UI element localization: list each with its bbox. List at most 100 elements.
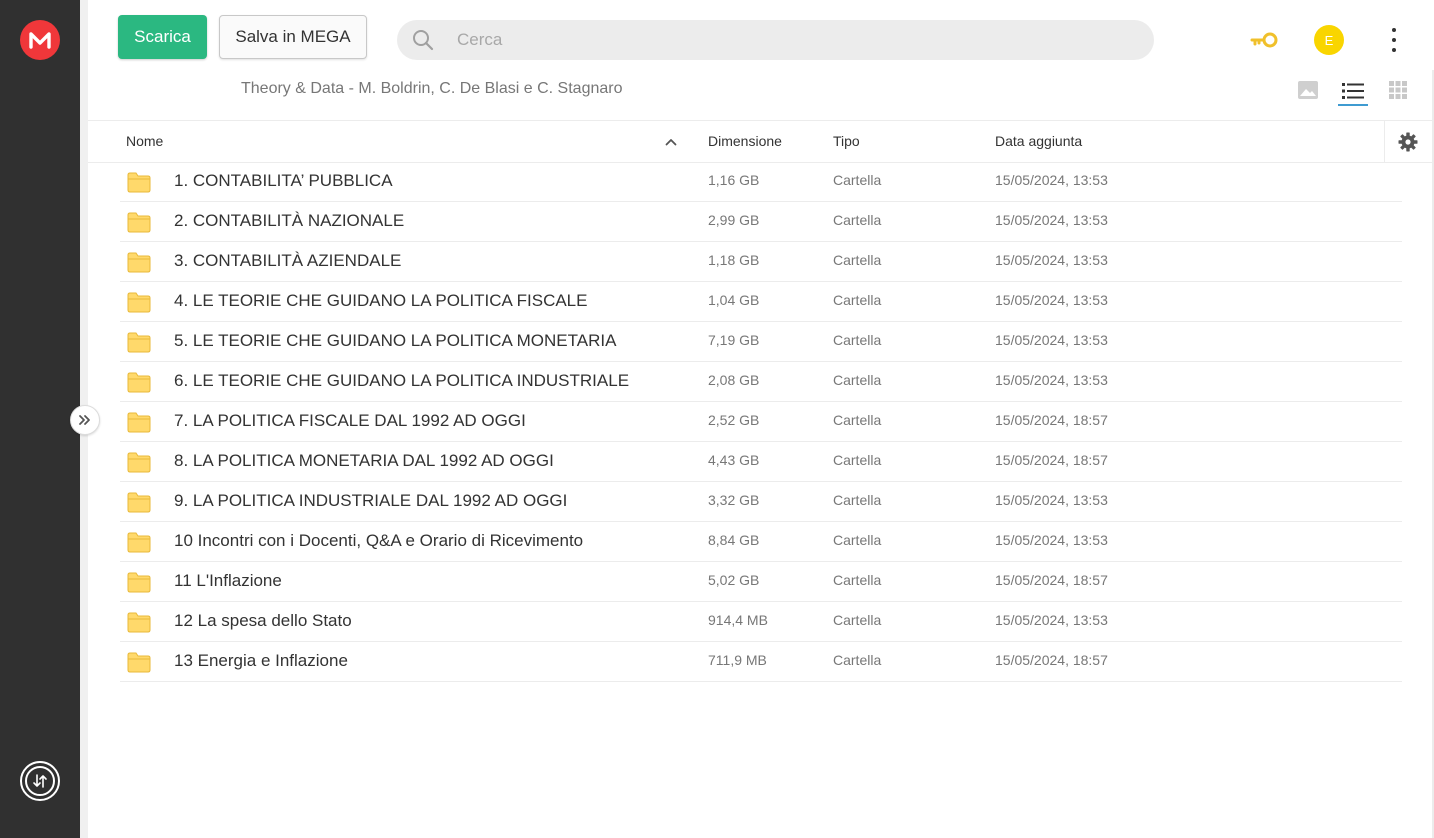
more-vertical-icon[interactable]	[1384, 28, 1404, 52]
row-date: 15/05/2024, 18:57	[995, 572, 1108, 588]
row-size: 8,84 GB	[708, 532, 760, 548]
row-type: Cartella	[833, 332, 882, 348]
table-row[interactable]: 11 L'Inflazione 5,02 GB Cartella 15/05/2024…	[120, 562, 1402, 602]
list-view-button[interactable]	[1338, 78, 1368, 106]
row-type: Cartella	[833, 572, 882, 588]
row-name: 1. CONTABILITA’ PUBBLICA	[174, 171, 393, 190]
row-date: 15/05/2024, 13:53	[995, 292, 1108, 308]
row-type: Cartella	[833, 492, 882, 508]
row-size: 3,32 GB	[708, 492, 760, 508]
row-type: Cartella	[833, 652, 882, 668]
table-row[interactable]: 6. LE TEORIE CHE GUIDANO LA POLITICA IND…	[120, 362, 1402, 402]
table-row[interactable]: 2. CONTABILITÀ NAZIONALE 2,99 GB Cartella 1…	[120, 202, 1402, 242]
transfer-button[interactable]	[20, 761, 60, 801]
row-type: Cartella	[833, 412, 882, 428]
column-header-size[interactable]: Dimensione	[708, 133, 782, 149]
row-name: 4. LE TEORIE CHE GUIDANO LA POLITICA FIS…	[174, 291, 588, 310]
row-date: 15/05/2024, 18:57	[995, 652, 1108, 668]
row-date: 15/05/2024, 13:53	[995, 252, 1108, 268]
row-type: Cartella	[833, 452, 882, 468]
search-input[interactable]	[457, 20, 1137, 60]
column-header-date[interactable]: Data aggiunta	[995, 133, 1082, 149]
row-type: Cartella	[833, 372, 882, 388]
row-date: 15/05/2024, 13:53	[995, 212, 1108, 228]
row-name: 8. LA POLITICA MONETARIA DAL 1992 AD OGG…	[174, 451, 554, 470]
save-to-mega-button[interactable]: Salva in MEGA	[219, 15, 367, 59]
folder-icon	[127, 371, 151, 393]
table-row[interactable]: 5. LE TEORIE CHE GUIDANO LA POLITICA MON…	[120, 322, 1402, 362]
table-row[interactable]: 1. CONTABILITA’ PUBBLICA 1,16 GB Cartella 1…	[120, 162, 1402, 202]
key-icon[interactable]	[1250, 30, 1280, 50]
row-type: Cartella	[833, 292, 882, 308]
column-header-name[interactable]: Nome	[126, 133, 163, 149]
breadcrumb: Theory & Data - M. Boldrin, C. De Blasi …	[241, 80, 623, 97]
row-size: 7,19 GB	[708, 332, 760, 348]
app-window: Scarica Salva in MEGA E Theory & Data - …	[0, 0, 1434, 838]
row-date: 15/05/2024, 18:57	[995, 452, 1108, 468]
table-row[interactable]: 7. LA POLITICA FISCALE DAL 1992 AD OGGI 2…	[120, 402, 1402, 442]
folder-icon	[127, 411, 151, 433]
row-date: 15/05/2024, 13:53	[995, 332, 1108, 348]
thumbnail-view-icon[interactable]	[1297, 80, 1319, 100]
download-button[interactable]: Scarica	[118, 15, 207, 59]
row-name: 9. LA POLITICA INDUSTRIALE DAL 1992 AD O…	[174, 491, 568, 510]
folder-icon	[127, 611, 151, 633]
row-size: 1,04 GB	[708, 292, 760, 308]
row-size: 1,18 GB	[708, 252, 760, 268]
row-size: 2,99 GB	[708, 212, 760, 228]
list-view-icon	[1342, 83, 1364, 99]
avatar[interactable]: E	[1314, 25, 1344, 55]
row-name: 10 Incontri con i Docenti, Q&A e Orario …	[174, 531, 584, 550]
row-size: 1,16 GB	[708, 172, 760, 188]
row-size: 4,43 GB	[708, 452, 760, 468]
folder-icon	[127, 291, 151, 313]
row-date: 15/05/2024, 13:53	[995, 612, 1108, 628]
gear-icon[interactable]	[1398, 132, 1418, 152]
row-date: 15/05/2024, 13:53	[995, 492, 1108, 508]
folder-icon	[127, 531, 151, 553]
row-type: Cartella	[833, 612, 882, 628]
row-size: 2,52 GB	[708, 412, 760, 428]
folder-icon	[127, 211, 151, 233]
folder-icon	[127, 651, 151, 673]
search-icon[interactable]	[412, 29, 434, 51]
row-name: 13 Energia e Inflazione	[174, 651, 348, 670]
row-name: 6. LE TEORIE CHE GUIDANO LA POLITICA IND…	[174, 371, 630, 390]
row-name: 11 L'Inflazione	[174, 571, 282, 590]
folder-icon	[127, 331, 151, 353]
search-bar[interactable]	[397, 20, 1154, 60]
row-name: 7. LA POLITICA FISCALE DAL 1992 AD OGGI	[174, 411, 526, 430]
settings-separator	[1384, 121, 1385, 162]
folder-icon	[127, 171, 151, 193]
row-type: Cartella	[833, 532, 882, 548]
row-date: 15/05/2024, 13:53	[995, 372, 1108, 388]
row-type: Cartella	[833, 212, 882, 228]
chevron-double-right-icon	[79, 415, 90, 425]
row-size: 5,02 GB	[708, 572, 760, 588]
table-row[interactable]: 9. LA POLITICA INDUSTRIALE DAL 1992 AD O…	[120, 482, 1402, 522]
grid-view-icon[interactable]	[1389, 81, 1407, 99]
row-date: 15/05/2024, 13:53	[995, 172, 1108, 188]
row-type: Cartella	[833, 252, 882, 268]
row-size: 2,08 GB	[708, 372, 760, 388]
folder-icon	[127, 251, 151, 273]
table-row[interactable]: 12 La spesa dello Stato 914,4 MB Cartella 1…	[120, 602, 1402, 642]
expand-sidebar-button[interactable]	[70, 405, 100, 435]
table-row[interactable]: 3. CONTABILITÀ AZIENDALE 1,18 GB Cartella 1…	[120, 242, 1402, 282]
table-row[interactable]: 4. LE TEORIE CHE GUIDANO LA POLITICA FIS…	[120, 282, 1402, 322]
header-divider	[88, 120, 1434, 121]
row-name: 3. CONTABILITÀ AZIENDALE	[174, 251, 402, 270]
column-header-type[interactable]: Tipo	[833, 133, 860, 149]
file-list: 1. CONTABILITA’ PUBBLICA 1,16 GB Cartella 1…	[120, 162, 1402, 682]
table-row[interactable]: 8. LA POLITICA MONETARIA DAL 1992 AD OGG…	[120, 442, 1402, 482]
left-sidebar	[0, 0, 80, 838]
mega-logo-icon[interactable]	[20, 20, 60, 60]
folder-icon	[127, 451, 151, 473]
table-row[interactable]: 10 Incontri con i Docenti, Q&A e Orario …	[120, 522, 1402, 562]
sort-ascending-icon[interactable]	[665, 138, 677, 146]
row-name: 12 La spesa dello Stato	[174, 611, 352, 630]
folder-icon	[127, 491, 151, 513]
folder-icon	[127, 571, 151, 593]
table-row[interactable]: 13 Energia e Inflazione 711,9 MB Cartella 1…	[120, 642, 1402, 682]
row-name: 5. LE TEORIE CHE GUIDANO LA POLITICA MON…	[174, 331, 617, 350]
